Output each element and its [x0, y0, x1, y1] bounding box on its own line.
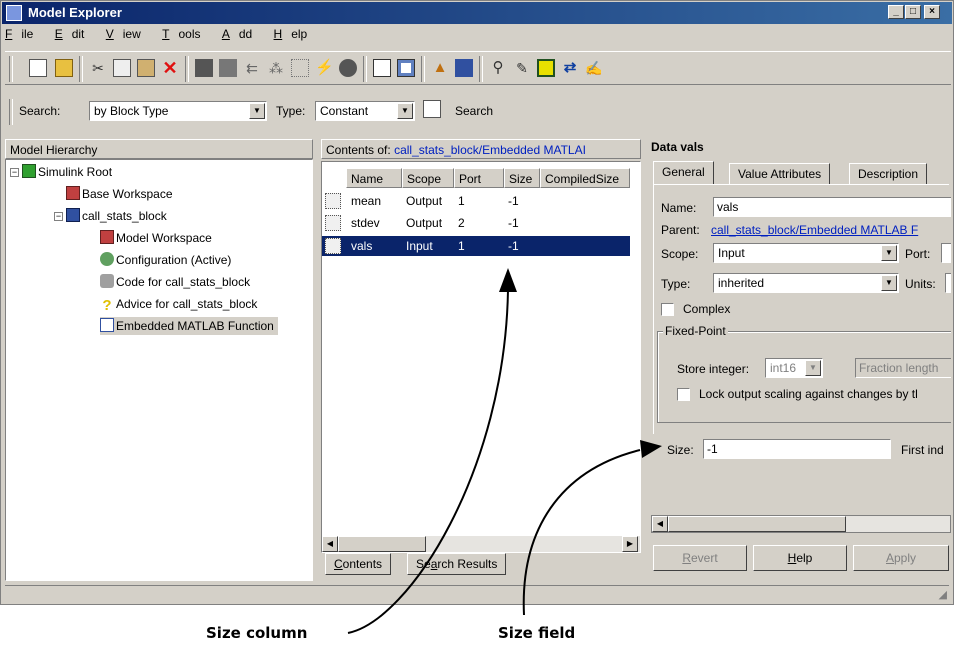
callout-arrows	[347, 268, 662, 634]
size-column-arrowhead	[499, 268, 517, 292]
size-field-arrowhead	[640, 440, 662, 458]
size-field-arrow-line	[522, 449, 641, 616]
size-column-callout: Size column	[206, 624, 308, 642]
size-field-callout: Size field	[498, 624, 576, 642]
size-column-arrow-line	[347, 289, 509, 634]
